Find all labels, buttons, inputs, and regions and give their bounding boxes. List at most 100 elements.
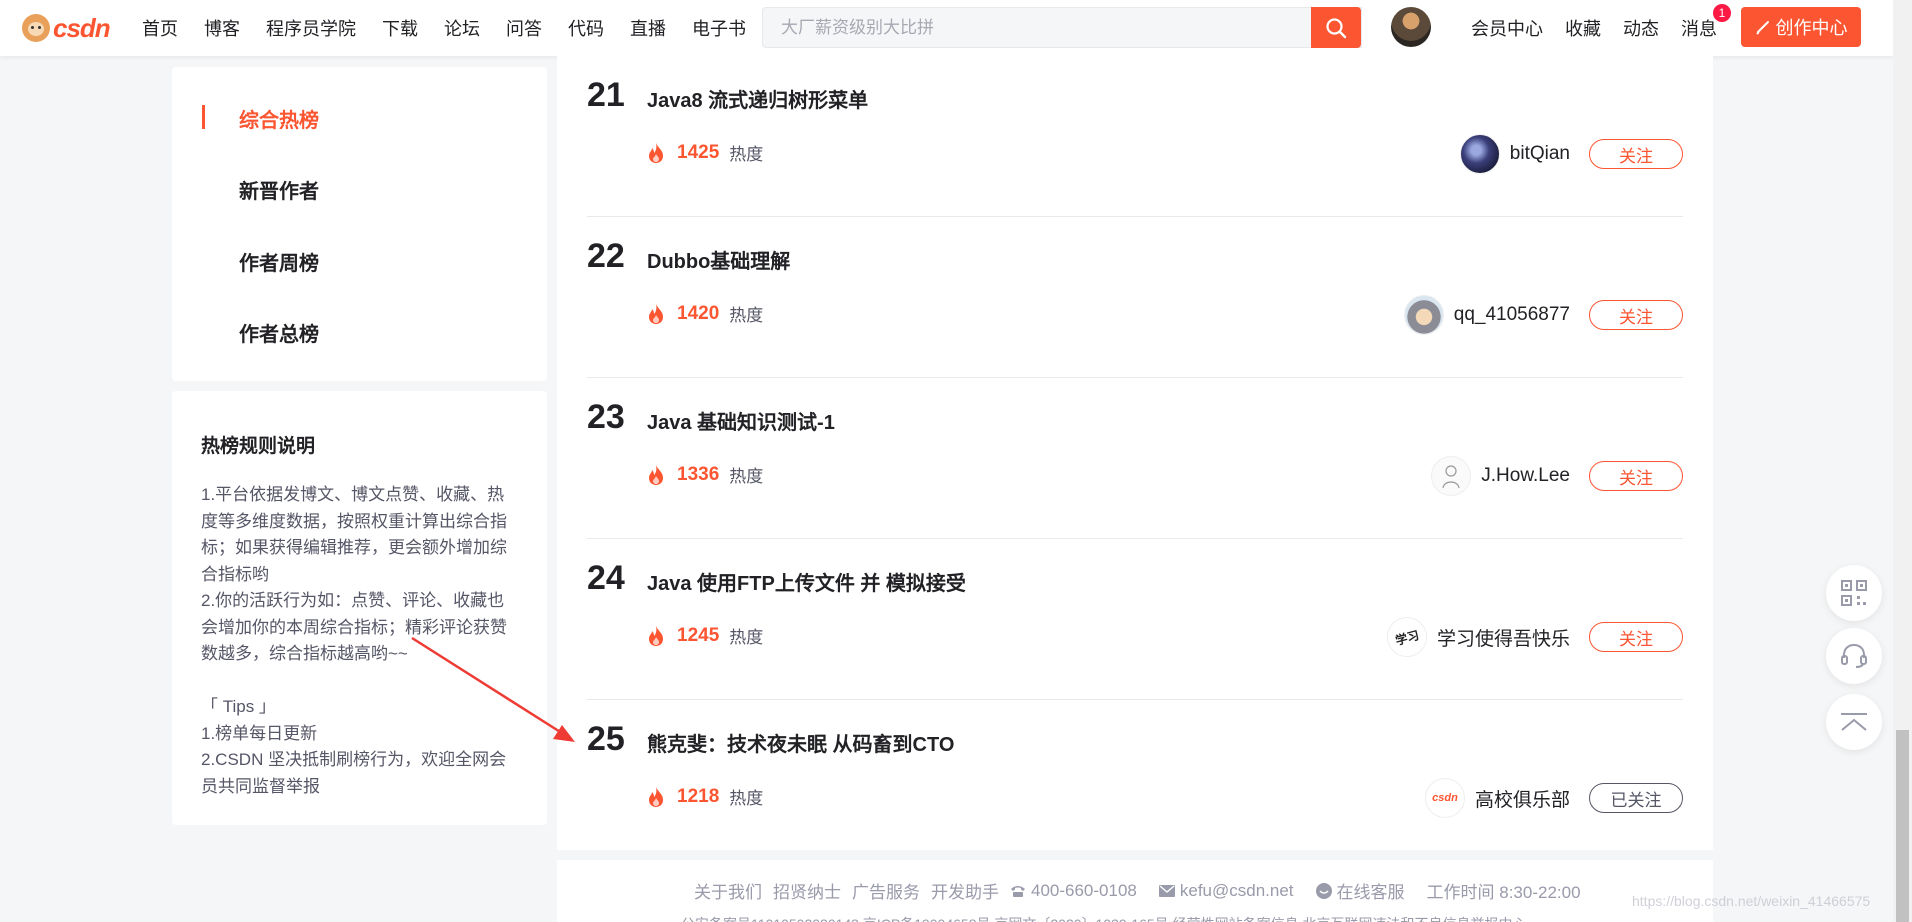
watermark: https://blog.csdn.net/weixin_41466575 — [1632, 893, 1871, 909]
main-nav: 首页 博客 程序员学院 下载 论坛 问答 代码 直播 电子书 — [142, 15, 772, 41]
footer-service-label: 在线客服 — [1336, 883, 1405, 902]
vip-center-link[interactable]: 会员中心 — [1471, 15, 1543, 41]
rank-number: 24 — [587, 559, 625, 597]
activity-link[interactable]: 动态 — [1623, 15, 1659, 41]
messages-link[interactable]: 消息 1 — [1681, 4, 1731, 41]
followed-button[interactable]: 已关注 — [1589, 783, 1683, 813]
csdn-logo[interactable]: csdn — [22, 13, 128, 44]
article-title[interactable]: 熊克斐：技术夜未眠 从码畜到CTO — [647, 728, 954, 757]
footer-links: 关于我们 招贤纳士 广告服务 开发助手 400-660-0108 kefu@cs… — [694, 878, 1592, 903]
article-title[interactable]: Java 使用FTP上传文件 并 模拟接受 — [647, 567, 966, 596]
sketch-avatar-icon — [1431, 456, 1472, 496]
create-center-label: 创作中心 — [1775, 18, 1848, 38]
article-title[interactable]: Java8 流式递归树形菜单 — [647, 84, 868, 113]
fire-icon — [649, 786, 663, 807]
favorites-link[interactable]: 收藏 — [1565, 15, 1601, 41]
footer-link-about[interactable]: 关于我们 — [694, 878, 762, 903]
article-title[interactable]: Dubbo基础理解 — [647, 245, 790, 274]
footer-phone-number: 400-660-0108 — [1031, 880, 1137, 900]
list-item: 22 Dubbo基础理解 1420 热度 qq_41056877 关注 — [587, 217, 1683, 378]
follow-button[interactable]: 关注 — [1589, 622, 1683, 652]
footer-link-dev-helper[interactable]: 开发助手 — [931, 878, 999, 903]
nav-item-forum[interactable]: 论坛 — [444, 15, 480, 41]
nav-item-qa[interactable]: 问答 — [506, 15, 542, 41]
author-name: 高校俱乐部 — [1474, 789, 1570, 811]
back-to-top-icon — [1841, 713, 1867, 731]
search-input[interactable] — [763, 8, 1361, 47]
pen-icon — [1755, 21, 1769, 35]
rank-number: 23 — [587, 398, 625, 436]
rules-text: 1.平台依据发博文、博文点赞、收藏、热度等多维度数据，按照权重计算出综合指标；如… — [201, 485, 507, 796]
nav-item-download[interactable]: 下载 — [382, 15, 418, 41]
footer-phone: 400-660-0108 — [1010, 881, 1148, 901]
footer-email[interactable]: kefu@csdn.net — [1158, 881, 1305, 901]
footer-link-ads[interactable]: 广告服务 — [852, 878, 920, 903]
heat-score: 1425 热度 — [647, 140, 763, 165]
heat-score: 1245 热度 — [647, 623, 763, 648]
fire-icon — [649, 625, 663, 646]
author-link[interactable]: 学习 学习使得吾快乐 — [1382, 612, 1570, 662]
heat-score: 1336 热度 — [647, 462, 763, 487]
active-indicator — [202, 105, 205, 129]
list-item: 25 熊克斐：技术夜未眠 从码畜到CTO 1218 热度 csdn 高校俱乐部 … — [587, 700, 1683, 861]
footer-online-service[interactable]: 在线客服 — [1315, 878, 1416, 903]
ranking-list: 21 Java8 流式递归树形菜单 1425 热度 bitQian 关注 22 … — [557, 56, 1713, 850]
menu-item-all-time-authors[interactable]: 作者总榜 — [239, 318, 319, 347]
author-link[interactable]: qq_41056877 — [1403, 295, 1570, 335]
list-item: 24 Java 使用FTP上传文件 并 模拟接受 1245 热度 学习 学习使得… — [587, 539, 1683, 700]
menu-item-weekly-authors[interactable]: 作者周榜 — [239, 247, 319, 276]
follow-button[interactable]: 关注 — [1589, 461, 1683, 491]
message-count-badge: 1 — [1713, 4, 1731, 22]
headset-icon — [1841, 643, 1867, 668]
page-scrollbar[interactable] — [1893, 0, 1912, 922]
chat-bubble-icon — [1315, 882, 1332, 899]
create-center-button[interactable]: 创作中心 — [1741, 7, 1861, 47]
heat-label: 热度 — [729, 628, 764, 647]
author-link[interactable]: csdn 高校俱乐部 — [1424, 778, 1570, 818]
nav-item-ebook[interactable]: 电子书 — [692, 15, 746, 41]
heat-label: 热度 — [729, 306, 764, 325]
rank-number: 22 — [587, 237, 625, 275]
mail-icon — [1158, 884, 1175, 897]
qr-code-icon — [1841, 580, 1867, 606]
nav-item-academy[interactable]: 程序员学院 — [266, 15, 356, 41]
author-name: qq_41056877 — [1453, 304, 1570, 325]
author-link[interactable]: bitQian — [1459, 134, 1570, 174]
calligraphy-avatar-icon: 学习 — [1382, 612, 1432, 662]
search-button[interactable] — [1311, 7, 1361, 48]
follow-button[interactable]: 关注 — [1589, 300, 1683, 330]
nav-item-home[interactable]: 首页 — [142, 15, 178, 41]
search-box — [762, 7, 1362, 48]
heat-value: 1336 — [677, 463, 720, 485]
nav-item-code[interactable]: 代码 — [568, 15, 604, 41]
customer-service-button[interactable] — [1826, 628, 1882, 684]
logo-text: csdn — [53, 12, 111, 43]
nav-item-blog[interactable]: 博客 — [204, 15, 240, 41]
fire-icon — [649, 303, 663, 324]
article-title[interactable]: Java 基础知识测试-1 — [647, 406, 835, 435]
menu-item-new-authors[interactable]: 新晋作者 — [239, 175, 319, 204]
back-to-top-button[interactable] — [1826, 694, 1882, 750]
qr-code-button[interactable] — [1826, 565, 1882, 621]
heat-score: 1420 热度 — [647, 301, 763, 326]
nav-item-live[interactable]: 直播 — [630, 15, 666, 41]
heat-score: 1218 热度 — [647, 784, 763, 809]
user-avatar[interactable] — [1391, 7, 1431, 47]
search-icon — [1326, 17, 1347, 38]
heat-label: 热度 — [729, 145, 764, 164]
footer-link-jobs[interactable]: 招贤纳士 — [773, 878, 841, 903]
heat-value: 1218 — [677, 785, 720, 807]
phone-icon — [1011, 885, 1025, 897]
list-item: 23 Java 基础知识测试-1 1336 热度 J.How.Lee 关注 — [587, 378, 1683, 539]
author-link[interactable]: J.How.Lee — [1431, 456, 1570, 496]
monkey-avatar-icon — [1403, 295, 1444, 335]
menu-item-overall[interactable]: 综合热榜 — [239, 104, 319, 133]
rank-type-menu: 综合热榜 新晋作者 作者周榜 作者总榜 — [172, 67, 547, 381]
csdn-club-avatar-icon: csdn — [1424, 778, 1465, 818]
heat-value: 1420 — [677, 302, 720, 324]
scrollbar-thumb[interactable] — [1896, 730, 1909, 922]
galaxy-avatar-icon — [1459, 134, 1500, 174]
fire-icon — [649, 464, 663, 485]
heat-value: 1245 — [677, 624, 720, 646]
follow-button[interactable]: 关注 — [1589, 139, 1683, 169]
